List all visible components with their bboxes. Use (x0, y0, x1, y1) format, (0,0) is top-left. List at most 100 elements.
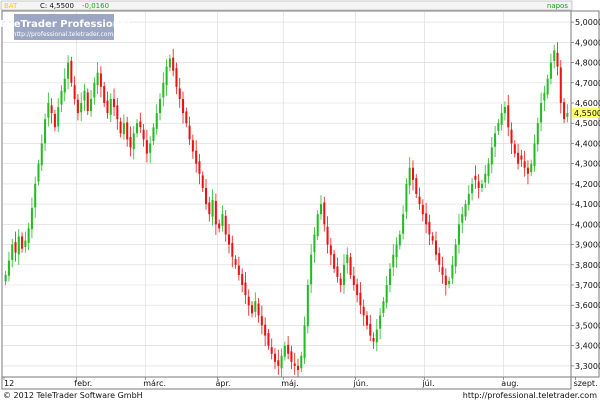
candle-up (484, 173, 487, 183)
candle-down (287, 344, 290, 354)
y-tick-label: 4,2000 (575, 180, 600, 189)
candle-down (198, 161, 201, 174)
symbol-label: BAT (4, 2, 18, 10)
x-tick-label: jún. (352, 379, 368, 388)
candle-up (408, 167, 411, 186)
candle-down (76, 99, 79, 114)
candle-down (333, 253, 336, 269)
candle-up (280, 355, 283, 369)
candle-down (172, 57, 175, 71)
candle-down (372, 337, 375, 342)
candle-down (195, 150, 198, 164)
candle-down (53, 113, 56, 128)
candle-up (221, 214, 224, 226)
candle-up (540, 103, 543, 123)
footer-url[interactable]: http://professional.teletrader.com (463, 391, 597, 400)
candle-up (27, 228, 30, 243)
candle-up (379, 315, 382, 329)
x-tick-label: márc. (143, 379, 166, 388)
candle-down (418, 196, 421, 205)
candle-up (47, 103, 50, 118)
watermark-title: TeleTrader Professional (0, 19, 130, 30)
y-tick-label: 4,6000 (575, 99, 600, 108)
candle-down (270, 347, 273, 354)
candle-down (86, 92, 89, 112)
candle-up (385, 285, 388, 303)
candle-down (438, 253, 441, 265)
candle-up (543, 92, 546, 101)
candle-up (533, 143, 536, 167)
candle-down (201, 175, 204, 188)
candle-up (211, 200, 214, 217)
y-tick-label: 4,1000 (575, 200, 600, 209)
candle-up (63, 78, 66, 93)
change-label: -0,0160 (82, 2, 109, 10)
candle-down (365, 315, 368, 326)
candle-up (319, 204, 323, 215)
candle-down (119, 121, 122, 134)
candle-down (264, 324, 267, 336)
candle-down (208, 202, 211, 215)
candle-down (329, 245, 332, 255)
candle-down (513, 144, 516, 154)
y-tick-label: 3,5000 (575, 321, 600, 330)
y-tick-label: 4,9000 (575, 38, 600, 47)
candle-up (471, 183, 474, 194)
candle-down (244, 282, 247, 296)
candle-up (168, 58, 171, 68)
candle-up (451, 264, 454, 279)
last-price-marker: 4,5500 (572, 108, 600, 119)
candle-down (526, 167, 529, 174)
candle-down (14, 242, 17, 253)
candle-up (530, 163, 533, 173)
candle-up (480, 183, 483, 188)
plot-area[interactable] (1, 10, 572, 378)
candle-down (250, 305, 254, 314)
candle-down (231, 242, 234, 257)
candle-down (356, 284, 359, 296)
x-tick-label: máj. (281, 379, 298, 388)
candle-down (113, 98, 116, 108)
last-price-label: 4,5500 (574, 109, 600, 118)
candle-down (99, 73, 102, 87)
candle-up (467, 194, 470, 205)
candle-up (310, 254, 313, 285)
candle-down (349, 257, 352, 275)
candle-down (234, 259, 237, 265)
candle-down (73, 85, 76, 99)
candle-up (536, 123, 539, 145)
candle-down (116, 105, 119, 120)
y-tick-label: 3,8000 (575, 261, 600, 270)
candle-down (70, 60, 73, 83)
candle-down (273, 353, 277, 362)
price-chart[interactable]: BAT C: 4,5500 -0,0160 napos TeleTrader P… (0, 0, 600, 400)
candle-up (165, 66, 168, 86)
candle-up (44, 119, 47, 144)
candle-up (500, 113, 503, 125)
candle-up (346, 254, 349, 264)
candle-up (132, 133, 135, 150)
candle-down (517, 152, 520, 164)
candle-up (402, 214, 405, 234)
candle-down (425, 213, 428, 225)
y-tick-label: 4,4000 (575, 139, 600, 148)
candle-up (67, 62, 70, 79)
candle-up (454, 244, 457, 267)
close-price-label: C: 4,5500 (40, 2, 74, 10)
candle-down (277, 360, 280, 366)
y-tick-label: 4,0000 (575, 220, 600, 229)
footer-copyright: © 2012 TeleTrader Software GmbH (3, 391, 143, 400)
y-tick-label: 4,3000 (575, 160, 600, 169)
candle-up (398, 234, 401, 246)
candle-up (7, 260, 10, 276)
candle-down (103, 86, 106, 103)
candle-down (415, 178, 418, 194)
watermark: TeleTrader Professional http://professio… (0, 14, 130, 40)
candle-down (444, 275, 447, 285)
candle-down (411, 167, 414, 180)
candle-down (106, 100, 109, 114)
candle-down (191, 140, 194, 152)
candle-down (326, 226, 329, 245)
candle-down (185, 111, 188, 124)
candle-down (362, 306, 365, 316)
